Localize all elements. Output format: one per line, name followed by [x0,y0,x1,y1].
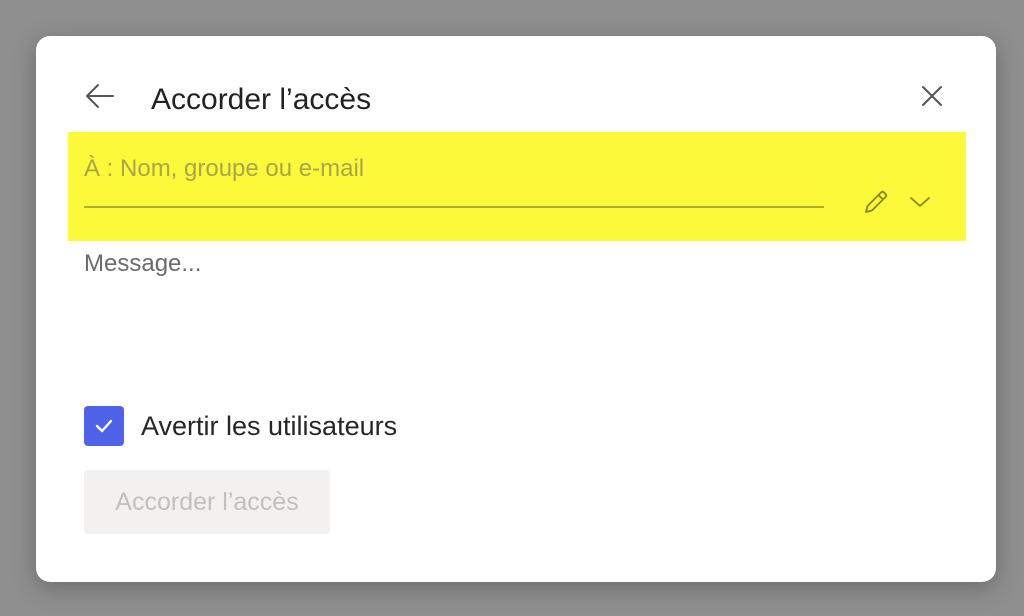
notify-users-checkbox[interactable] [84,406,124,446]
recipients-section [68,132,966,241]
notify-users-option[interactable]: Avertir les utilisateurs [84,406,397,446]
notify-users-label: Avertir les utilisateurs [141,410,398,441]
permissions-dropdown-button[interactable] [902,184,938,220]
arrow-left-icon [86,84,114,108]
edit-permissions-button[interactable] [858,184,894,220]
grant-access-button[interactable]: Accorder l’accès [84,470,330,534]
message-field[interactable] [84,250,944,380]
chevron-down-icon [910,197,930,207]
recipients-input[interactable] [84,152,824,208]
pencil-icon [865,190,888,213]
close-icon [922,86,942,106]
checkmark-icon [95,419,113,433]
close-button[interactable] [914,78,950,114]
dialog-title: Accorder l’accès [151,83,372,116]
grant-access-dialog: Accorder l’accès Avertir les utilisateur… [36,36,996,582]
back-button[interactable] [82,78,118,114]
